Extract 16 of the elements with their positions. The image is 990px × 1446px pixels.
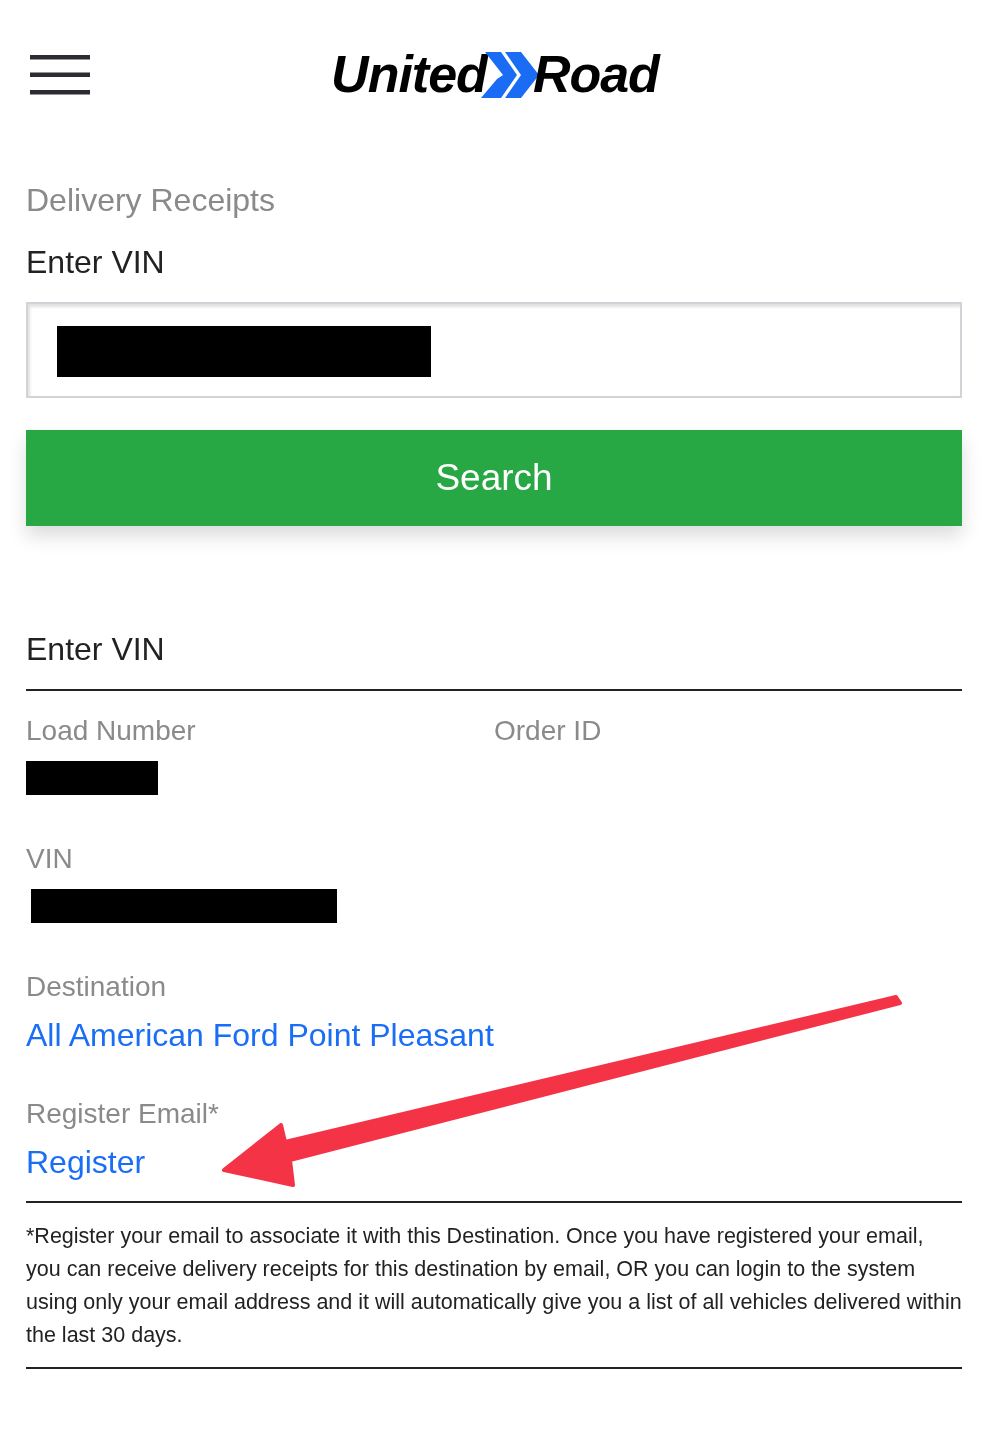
link[interactable]: All American Ford Point Pleasant	[26, 1015, 494, 1055]
footnote-text: *Register your email to associate it with this Destination. Once you have registered your email, you can receive delivery receipts for this destination by email, OR you can login to the system using only your email address and it will automatically give you a list of all vehicles delivered within the last 30 days.	[26, 1223, 962, 1349]
field-label: Register Email*	[26, 1097, 219, 1131]
field-label: Destination	[26, 970, 167, 1004]
search-button[interactable]: Search	[26, 430, 962, 526]
link[interactable]: Register	[26, 1142, 146, 1182]
logo-wordmark: Road	[532, 44, 659, 104]
field-label: VIN	[26, 842, 73, 876]
logo-wordmark: United	[331, 44, 487, 104]
field-label: Load Number	[26, 714, 196, 748]
field-label: Order ID	[494, 714, 602, 748]
vin-input-field[interactable]	[26, 302, 962, 398]
page-title: Delivery Receipts	[26, 181, 276, 220]
field-label: Enter VIN	[26, 243, 166, 282]
menu-icon[interactable]	[30, 55, 90, 95]
section-heading: Enter VIN	[26, 630, 166, 669]
